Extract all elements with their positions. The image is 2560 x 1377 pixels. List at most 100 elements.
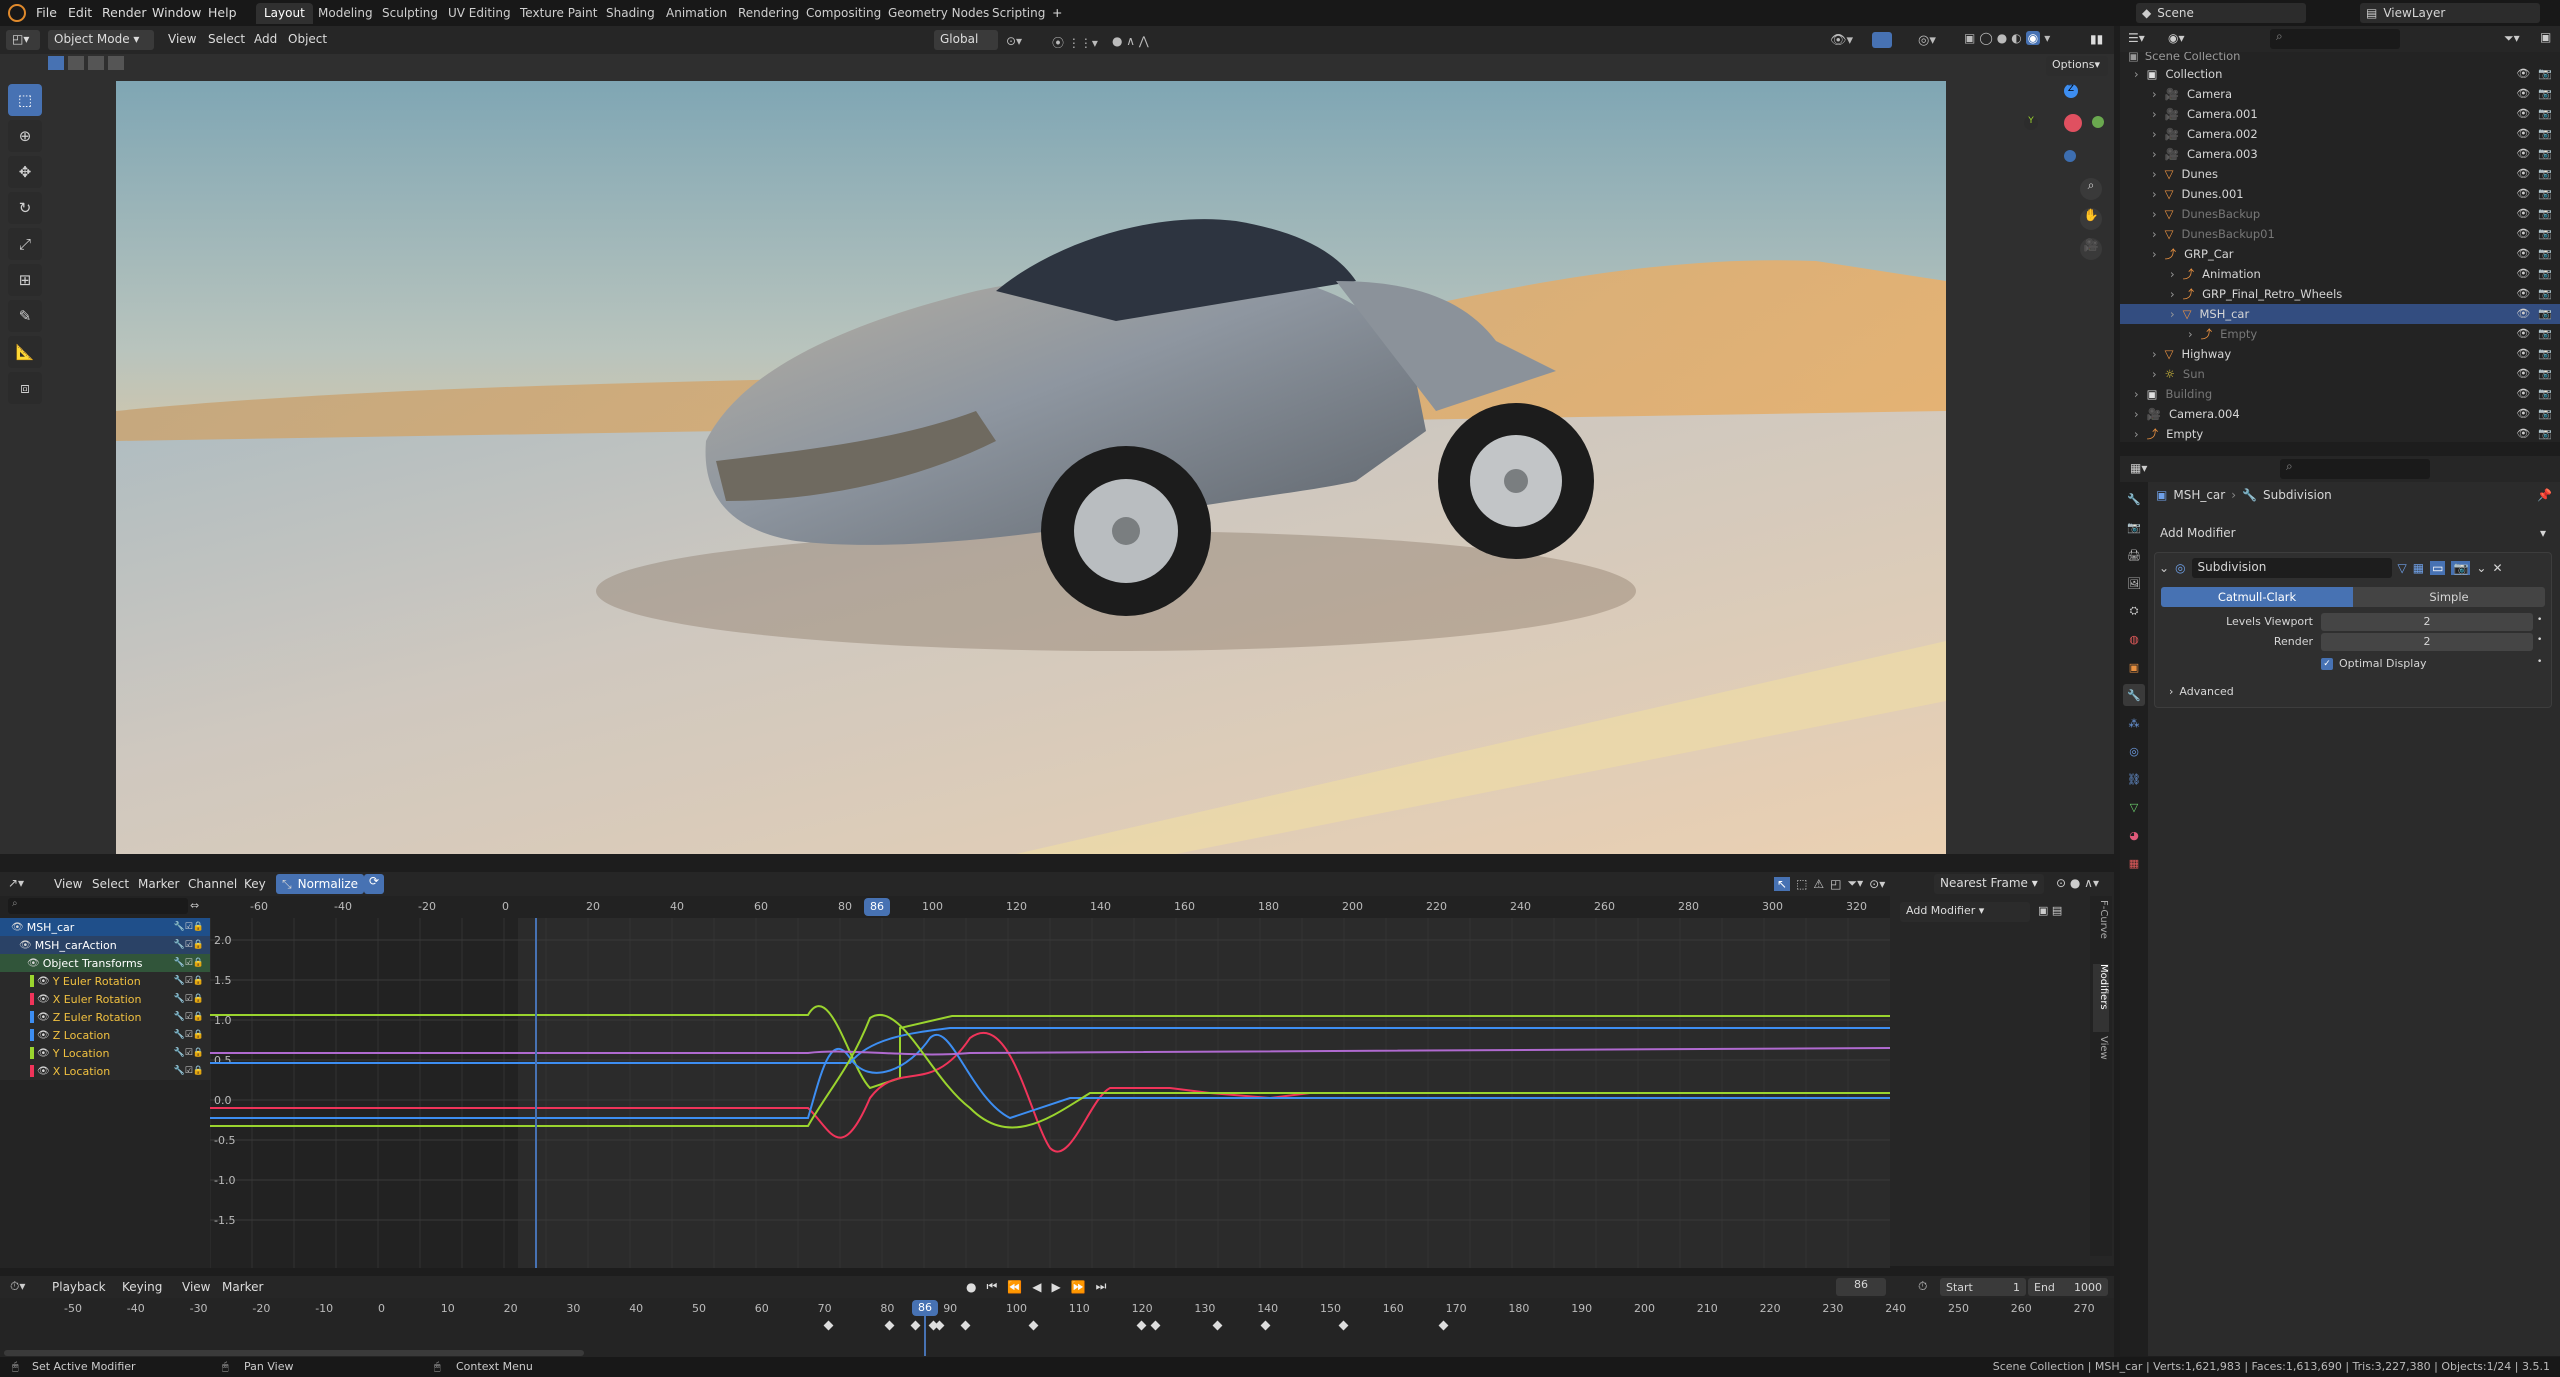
render-toggle-icon[interactable]: 📷 [2451,561,2471,575]
timeline-playhead[interactable]: 86 [912,1300,938,1316]
next-keyframe-icon[interactable]: ⏩ [1071,1280,1086,1294]
outliner-search-input[interactable]: ⌕ [2270,29,2400,49]
outliner-row[interactable]: › ▣ Collection 👁 📷 [2120,64,2560,84]
ghost-curves-icon[interactable]: ◰ [1830,877,1841,891]
ge-menu-view[interactable]: View [54,877,82,891]
snap-mode-dropdown[interactable]: Nearest Frame ▾ [1934,874,2044,894]
tab-geometry-nodes[interactable]: Geometry Nodes [880,3,997,24]
normalize-toggle[interactable]: ⤡ Normalize [276,874,365,894]
render-camera-icon[interactable]: 📷 [2538,147,2552,160]
keyframe-marker[interactable] [823,1320,834,1331]
outliner-row[interactable]: › ▣ Building 👁 📷 [2120,384,2560,404]
blender-logo-icon[interactable] [8,4,26,22]
expand-chevron-icon[interactable]: › [2152,147,2157,161]
expand-chevron-icon[interactable]: › [2134,427,2139,441]
mode-selector[interactable]: Object Mode ▾ [48,30,154,50]
graph-editor-type-icon[interactable]: ↗▾ [8,876,24,890]
eye-icon[interactable]: 👁 [2516,247,2530,260]
tab-shading[interactable]: Shading [598,3,663,24]
expand-chevron-icon[interactable]: › [2134,67,2139,81]
timeline[interactable]: -50 -40 -30 -20 -10 0 10 20 30 40 50 60 70 80 90 100 110… [0,1298,2114,1360]
record-icon[interactable]: ● [966,1280,976,1294]
rotate-tool-icon[interactable]: ↻ [8,192,42,224]
material-props-icon[interactable]: ◕ [2123,824,2145,846]
pause-render-icon[interactable]: ▮▮ [2090,32,2103,46]
z-axis-gizmo-icon[interactable]: Z [2064,84,2078,98]
render-camera-icon[interactable]: 📷 [2538,327,2552,340]
tab-fcurve[interactable]: F-Curve [2093,900,2109,960]
render-camera-icon[interactable]: 📷 [2538,407,2552,420]
physics-props-icon[interactable]: ◎ [2123,740,2145,762]
tab-modeling[interactable]: Modeling [310,3,381,24]
fcurve-graph[interactable]: 2.0 1.5 1.0 0.5 0.0 -0.5 -1.0 -1.5 [210,918,1890,1268]
keyframe-marker[interactable] [884,1320,895,1331]
outliner-filter-icon[interactable]: ⏷▾ [2504,31,2520,46]
channel-search-icon[interactable]: ⌕ [8,898,188,914]
levels-viewport-keyframe-icon[interactable]: • [2537,615,2542,625]
render-camera-icon[interactable]: 📷 [2538,107,2552,120]
tab-view[interactable]: View [2093,1036,2109,1076]
channel-visibility-icon[interactable]: 👁 [11,922,24,933]
menu-help[interactable]: Help [208,5,237,20]
render-camera-icon[interactable]: 📷 [2538,287,2552,300]
channel-row[interactable]: 👁 MSH_car 🔧☑🔒 [0,918,210,936]
eye-icon[interactable]: 👁 [2516,407,2530,420]
eye-icon[interactable]: 👁 [2516,167,2530,180]
channel-toggle-icons[interactable]: 🔧☑🔒 [174,994,204,1004]
scene-selector[interactable]: ◆ Scene [2136,3,2306,23]
eye-icon[interactable]: 👁 [2516,127,2530,140]
keyframe-marker[interactable] [1136,1320,1147,1331]
render-camera-icon[interactable]: 📷 [2538,167,2552,180]
eye-icon[interactable]: 👁 [2516,227,2530,240]
menu-file[interactable]: File [36,5,57,20]
channel-row[interactable]: 👁 X Location 🔧☑🔒 [0,1062,210,1080]
eye-icon[interactable]: 👁 [2516,87,2530,100]
channel-toggle-icons[interactable]: 🔧☑🔒 [174,1012,204,1022]
render-camera-icon[interactable]: 📷 [2538,427,2552,440]
timeline-scrollbar[interactable] [4,1350,584,1356]
x-axis-gizmo-icon[interactable] [2064,114,2082,132]
viewport-menu-add[interactable]: Add [254,32,277,46]
keyframe-marker[interactable] [934,1320,945,1331]
keyframe-marker[interactable] [910,1320,921,1331]
render-camera-icon[interactable]: 📷 [2538,247,2552,260]
outliner-row[interactable]: › ▽ Highway 👁 📷 [2120,344,2560,364]
channel-visibility-icon[interactable]: 👁 [37,1012,50,1023]
expand-chevron-icon[interactable]: › [2134,387,2139,401]
advanced-subpanel[interactable]: › Advanced [2169,685,2234,698]
eye-icon[interactable]: 👁 [2516,267,2530,280]
menu-window[interactable]: Window [152,5,201,20]
eye-icon[interactable]: 👁 [2516,67,2530,80]
output-props-icon[interactable]: 🖨 [2123,544,2145,566]
expand-chevron-icon[interactable]: › [2152,87,2157,101]
channel-row[interactable]: 👁 Y Location 🔧☑🔒 [0,1044,210,1062]
tab-animation[interactable]: Animation [658,3,735,24]
editor-type-icon[interactable]: ◰▾ [6,30,40,50]
menu-render[interactable]: Render [102,5,147,20]
viewport-menu-view[interactable]: View [168,32,196,46]
simple-button[interactable]: Simple [2353,587,2545,607]
pivot-point-icon[interactable]: ⊙▾ [1869,877,1885,891]
options-dropdown[interactable]: Options▾ [2046,56,2108,76]
neg-z-gizmo-icon[interactable] [2064,150,2076,162]
select-new-icon[interactable] [48,56,64,70]
object-props-icon[interactable]: ▣ [2123,656,2145,678]
auto-normalize-icon[interactable]: ⟳ [364,874,384,894]
measure-tool-icon[interactable]: 📐 [8,336,42,368]
catmull-clark-button[interactable]: Catmull-Clark [2161,587,2353,607]
proportional-icon[interactable]: ⊙ ● ∧▾ [2056,876,2099,890]
outliner-row[interactable]: › ▽ Dunes 👁 📷 [2120,164,2560,184]
expand-chevron-icon[interactable]: › [2188,327,2193,341]
neg-y-gizmo-icon[interactable] [2092,116,2104,128]
expand-chevron-icon[interactable]: › [2152,127,2157,141]
proportional-edit-icon[interactable]: ● ∧ ⋀ [1112,34,1149,48]
select-box-tool-icon[interactable]: ⬚ [8,84,42,116]
render-props-icon[interactable]: 📷 [2123,516,2145,538]
channel-width-icon[interactable]: ⇔ [190,899,199,912]
keyframe-marker[interactable] [960,1320,971,1331]
keyframe-marker[interactable] [1212,1320,1223,1331]
expand-chevron-icon[interactable]: › [2170,307,2175,321]
pan-hand-icon[interactable]: ✋ [2080,208,2102,230]
transform-tool-icon[interactable]: ⊞ [8,264,42,296]
cage-toggle-icon[interactable]: ▦ [2413,561,2424,575]
